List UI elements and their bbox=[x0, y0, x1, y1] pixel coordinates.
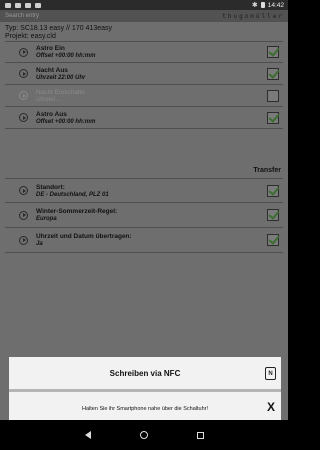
dialog-title: Schreiben via NFC bbox=[109, 368, 181, 378]
item-subtitle: Uhrzeit 22:00 Uhr bbox=[36, 74, 86, 81]
search-placeholder[interactable]: Search entry bbox=[5, 13, 39, 19]
dialog-message: Halten Sie ihr Smartphone nahe über die … bbox=[82, 405, 208, 412]
list-item[interactable]: Astro Ein Offset +00:00 hh:mm bbox=[5, 41, 283, 63]
nfc-icon: N bbox=[265, 367, 276, 380]
item-title: Nacht Einschalte bbox=[36, 88, 85, 96]
transfer-heading: Transfer bbox=[253, 167, 281, 174]
list-item[interactable]: Nacht Einschalte Uhrzeit ... bbox=[5, 85, 283, 107]
item-subtitle: Uhrzeit ... bbox=[36, 96, 62, 103]
item-title: Nacht Aus bbox=[36, 66, 68, 74]
play-icon[interactable] bbox=[19, 235, 28, 245]
item-title: Uhrzeit und Datum übertragen: bbox=[36, 233, 132, 240]
pin-notification-icon bbox=[25, 2, 31, 8]
item-checkbox[interactable] bbox=[267, 184, 279, 197]
notification-icons bbox=[5, 2, 41, 8]
item-subtitle: Ja bbox=[36, 241, 43, 247]
list-item[interactable]: Winter-Sommerzeit-Regel: Europa bbox=[5, 203, 283, 228]
status-time: 14:42 bbox=[267, 1, 284, 9]
play-icon[interactable] bbox=[19, 47, 28, 57]
transfer-list: Standort: DE - Deutschland, PLZ 01 Winte… bbox=[5, 178, 283, 253]
cloud-notification-icon bbox=[15, 2, 21, 8]
schedule-list: Astro Ein Offset +00:00 hh:mm Nacht Aus … bbox=[5, 41, 283, 129]
item-checkbox[interactable] bbox=[267, 209, 279, 221]
item-checkbox[interactable] bbox=[267, 111, 279, 124]
close-button[interactable]: X bbox=[267, 400, 275, 414]
item-title: Astro Aus bbox=[36, 110, 67, 118]
device-type: Typ: SC18.13 easy // 170 413easy bbox=[5, 25, 113, 32]
play-icon[interactable] bbox=[19, 113, 28, 122]
item-title: Astro Ein bbox=[36, 45, 65, 52]
list-item[interactable]: Standort: DE - Deutschland, PLZ 01 bbox=[5, 178, 283, 203]
brand-logo: thugomüller bbox=[222, 12, 284, 20]
item-checkbox[interactable] bbox=[267, 89, 279, 102]
item-checkbox[interactable] bbox=[267, 67, 279, 80]
item-subtitle: Europa bbox=[36, 216, 57, 222]
item-title: Winter-Sommerzeit-Regel: bbox=[36, 208, 118, 215]
play-icon[interactable] bbox=[19, 69, 28, 78]
nfc-dialog: Schreiben via NFC N Halten Sie ihr Smart… bbox=[9, 357, 281, 425]
download-notification-icon bbox=[35, 2, 41, 8]
back-icon[interactable] bbox=[84, 431, 91, 439]
battery-icon bbox=[260, 2, 265, 8]
item-subtitle: Offset +00:00 hh:mm bbox=[36, 118, 96, 125]
item-subtitle: Offset +00:00 hh:mm bbox=[36, 53, 96, 59]
play-icon[interactable] bbox=[19, 91, 28, 100]
search-bar[interactable]: Search entry thugomüller bbox=[0, 10, 288, 22]
recent-apps-icon[interactable] bbox=[196, 431, 204, 439]
item-subtitle: DE - Deutschland, PLZ 01 bbox=[36, 191, 109, 198]
item-checkbox[interactable] bbox=[267, 234, 279, 246]
project-name: Projekt: easy.cld bbox=[5, 33, 56, 40]
home-icon[interactable] bbox=[139, 431, 148, 439]
item-title: Standort: bbox=[36, 183, 65, 191]
bluetooth-icon: ✱ bbox=[251, 2, 258, 9]
list-item[interactable]: Nacht Aus Uhrzeit 22:00 Uhr bbox=[5, 63, 283, 85]
status-bar: ✱ 14:42 bbox=[0, 0, 288, 10]
list-item[interactable]: Astro Aus Offset +00:00 hh:mm bbox=[5, 107, 283, 129]
play-icon[interactable] bbox=[19, 210, 28, 220]
android-navbar bbox=[0, 420, 288, 450]
image-notification-icon bbox=[5, 2, 11, 8]
list-item[interactable]: Uhrzeit und Datum übertragen: Ja bbox=[5, 228, 283, 253]
play-icon[interactable] bbox=[19, 186, 28, 195]
item-checkbox[interactable] bbox=[267, 46, 279, 58]
